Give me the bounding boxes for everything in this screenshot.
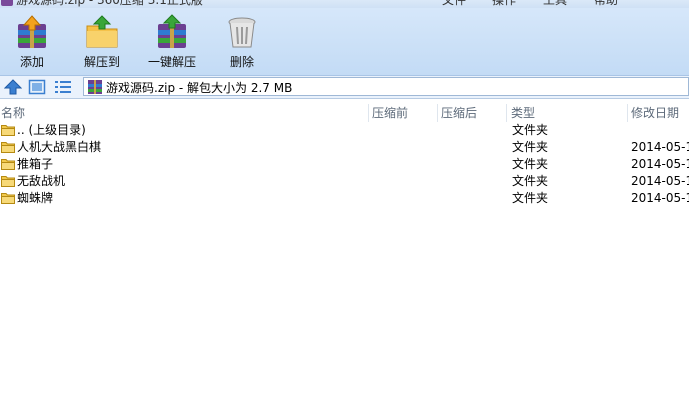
file-name: 蜘蛛牌 — [17, 191, 54, 205]
file-date: 2014-05-1 — [631, 174, 689, 188]
delete-icon — [228, 17, 256, 48]
delete-button[interactable]: 删除 — [212, 8, 272, 75]
folder-icon — [1, 125, 15, 136]
one-click-extract-icon — [158, 14, 186, 48]
table-row[interactable]: 蜘蛛牌 文件夹 2014-05-1 — [0, 190, 689, 207]
column-type[interactable]: 类型 — [506, 104, 627, 122]
table-row[interactable]: .. (上级目录) 文件夹 — [0, 122, 689, 139]
view-large-icon[interactable] — [28, 79, 46, 95]
file-type: 文件夹 — [512, 174, 549, 188]
folder-icon — [1, 176, 15, 187]
delete-label: 删除 — [229, 55, 254, 69]
address-field[interactable]: 游戏源码.zip - 解包大小为 2.7 MB — [83, 77, 689, 96]
file-type: 文件夹 — [512, 191, 549, 205]
window-title: 游戏源码.zip - 360压缩 3.1正式版 — [16, 0, 203, 7]
file-name: 人机大战黑白棋 — [17, 140, 102, 154]
address-bar: 游戏源码.zip - 解包大小为 2.7 MB — [0, 76, 689, 99]
app-icon — [1, 0, 13, 6]
file-type: 文件夹 — [512, 140, 549, 154]
toolbar: 添加 解压到 一键解压 删除 — [0, 8, 689, 76]
menu-tools[interactable]: 工具 — [543, 0, 567, 8]
view-list-icon[interactable] — [54, 79, 72, 95]
extract-to-icon — [86, 15, 118, 48]
add-archive-icon — [18, 15, 46, 48]
column-after[interactable]: 压缩后 — [437, 104, 506, 122]
column-before[interactable]: 压缩前 — [368, 104, 437, 122]
extract-to-button[interactable]: 解压到 — [72, 8, 132, 75]
column-name[interactable]: 名称 — [0, 104, 368, 122]
one-click-extract-label: 一键解压 — [147, 55, 196, 69]
file-date: 2014-05-1 — [631, 191, 689, 205]
folder-icon — [1, 193, 15, 204]
add-label: 添加 — [19, 55, 44, 69]
file-name: 无敌战机 — [17, 174, 66, 188]
menu-file[interactable]: 文件 — [442, 0, 466, 8]
address-text: 游戏源码.zip - 解包大小为 2.7 MB — [106, 81, 293, 95]
title-bar: 游戏源码.zip - 360压缩 3.1正式版 文件 操作 工具 帮助 — [0, 0, 689, 8]
folder-icon — [1, 159, 15, 170]
column-header: 名称 压缩前 压缩后 类型 修改日期 — [0, 104, 689, 122]
file-name: 推箱子 — [17, 157, 54, 171]
add-button[interactable]: 添加 — [2, 8, 62, 75]
file-type: 文件夹 — [512, 123, 549, 137]
zip-archive-icon — [88, 80, 102, 94]
one-click-extract-button[interactable]: 一键解压 — [142, 8, 202, 75]
menu-help[interactable]: 帮助 — [594, 0, 618, 8]
table-row[interactable]: 推箱子 文件夹 2014-05-1 — [0, 156, 689, 173]
extract-to-label: 解压到 — [83, 55, 120, 69]
file-list: .. (上级目录) 文件夹 人机大战黑白棋 文件夹 2014-05-1 推箱子 … — [0, 122, 689, 207]
up-level-icon[interactable] — [4, 79, 22, 95]
menu-operation[interactable]: 操作 — [492, 0, 516, 8]
folder-icon — [1, 142, 15, 153]
column-modified[interactable]: 修改日期 — [627, 104, 689, 122]
file-date: 2014-05-1 — [631, 140, 689, 154]
table-row[interactable]: 人机大战黑白棋 文件夹 2014-05-1 — [0, 139, 689, 156]
file-name: .. (上级目录) — [17, 123, 86, 137]
table-row[interactable]: 无敌战机 文件夹 2014-05-1 — [0, 173, 689, 190]
file-date: 2014-05-1 — [631, 157, 689, 171]
file-type: 文件夹 — [512, 157, 549, 171]
